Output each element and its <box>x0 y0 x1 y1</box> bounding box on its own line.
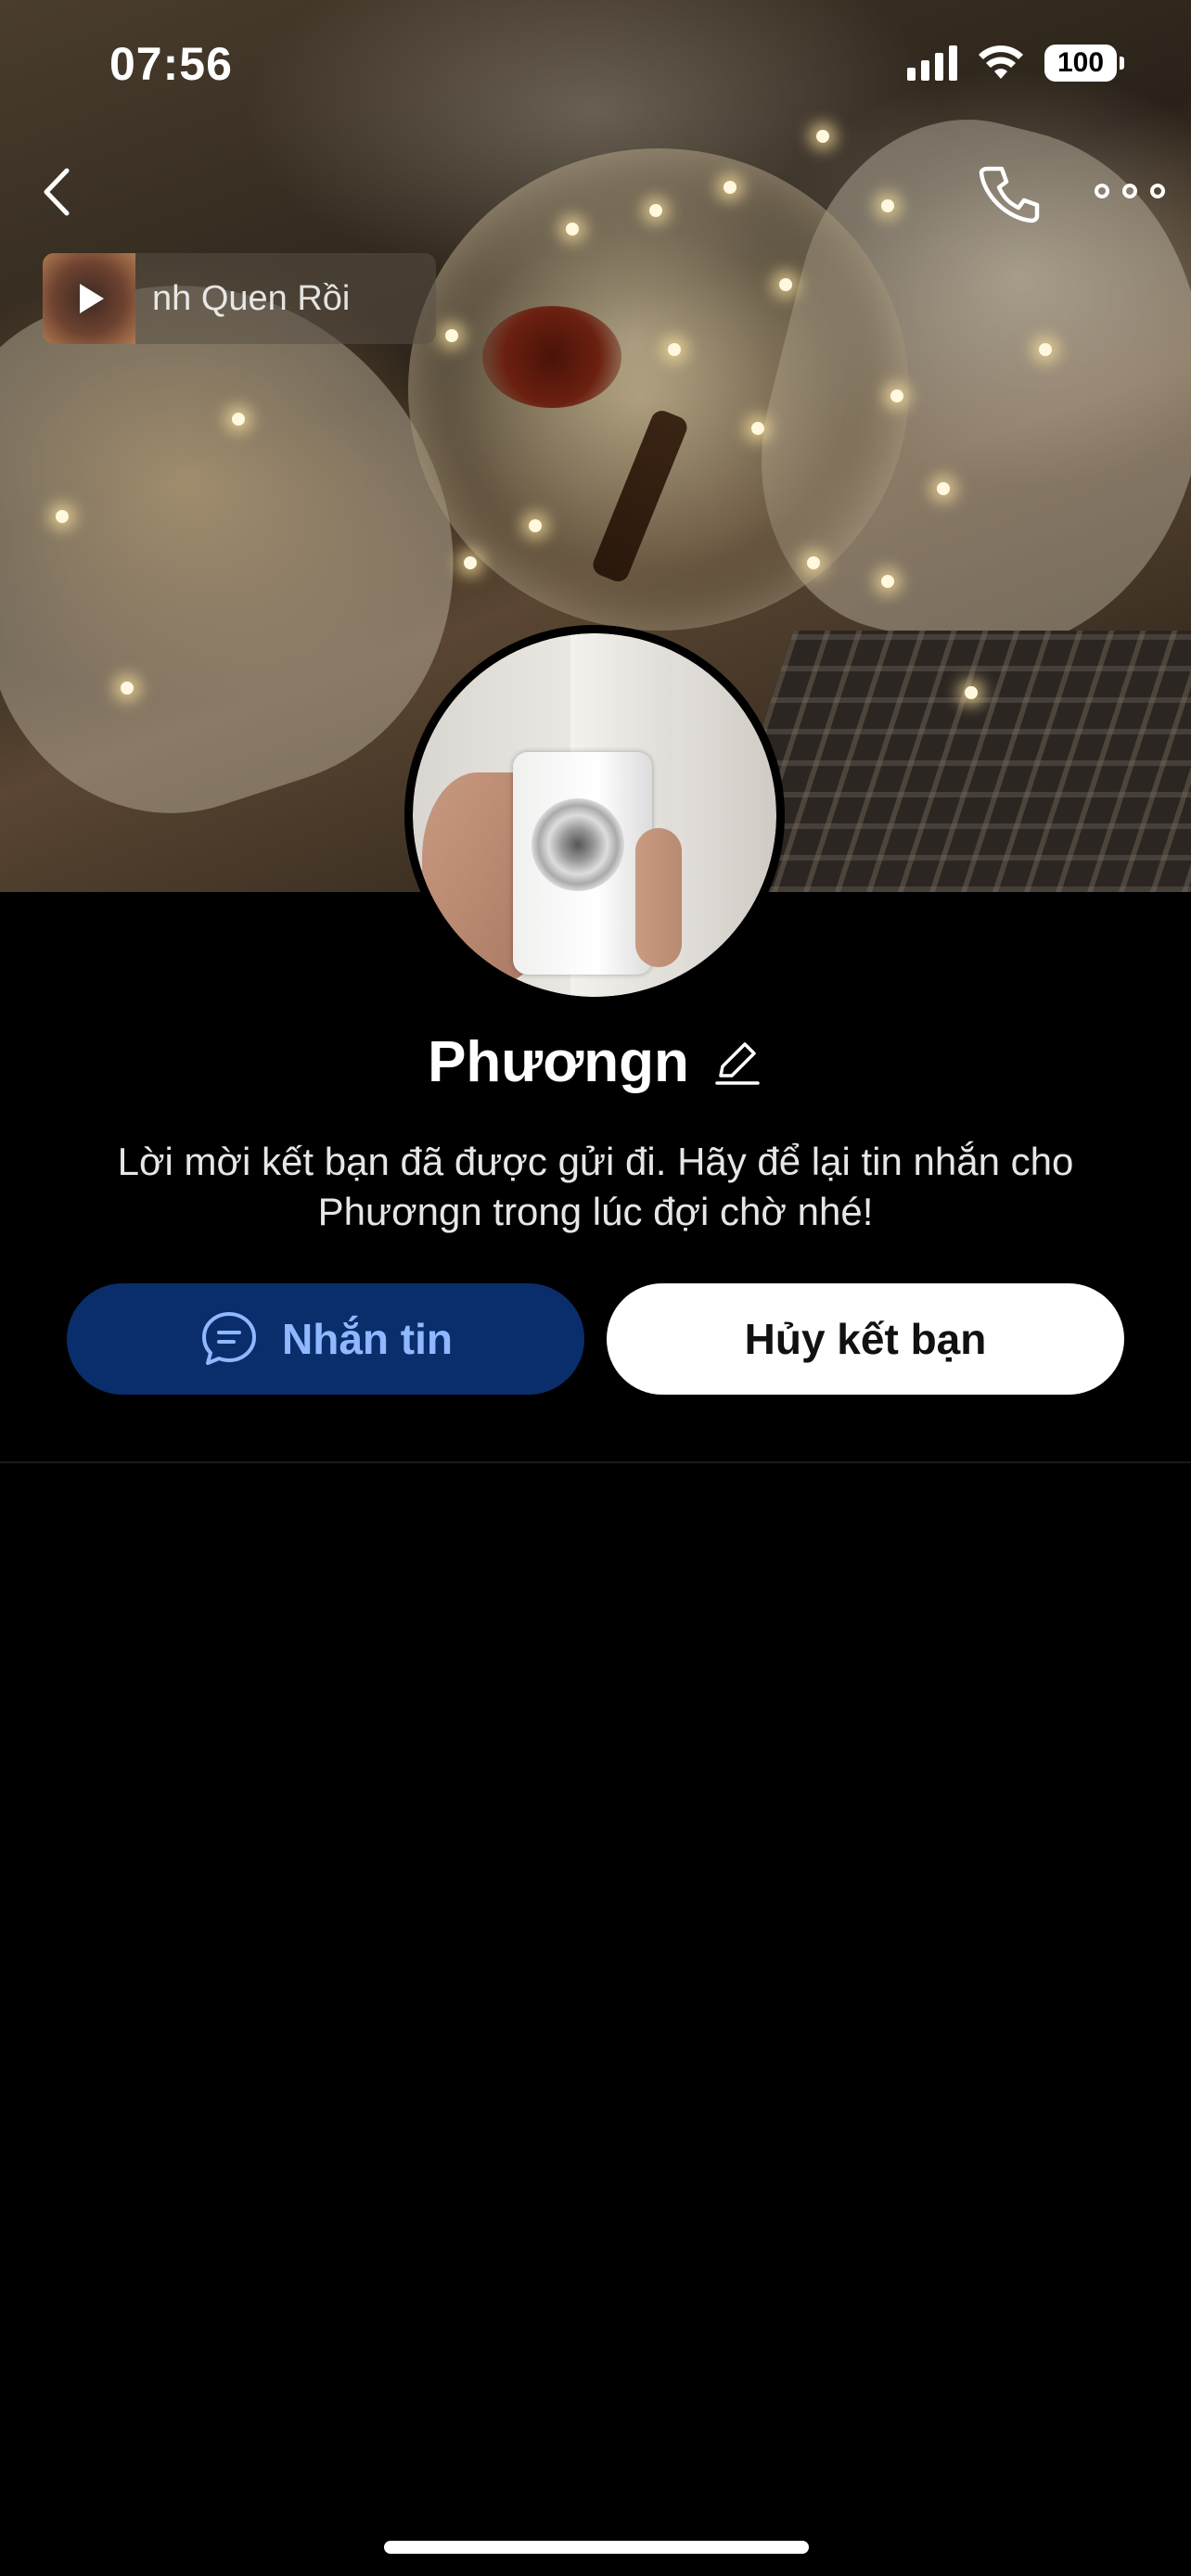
avatar-finger <box>635 828 682 967</box>
fairy-light <box>668 343 681 356</box>
fairy-light <box>445 329 458 342</box>
music-thumbnail[interactable] <box>43 253 135 344</box>
phone-icon <box>979 166 1040 223</box>
cancel-friend-request-label: Hủy kết bạn <box>744 1315 987 1363</box>
cover-rose <box>482 306 621 408</box>
fairy-light <box>751 422 764 435</box>
cover-plaid-fabric <box>709 631 1191 892</box>
more-options-button[interactable] <box>1095 172 1165 210</box>
fairy-light <box>779 278 792 291</box>
avatar-camera-lens <box>531 798 624 891</box>
pencil-icon[interactable] <box>711 1037 763 1089</box>
fairy-light <box>232 413 245 426</box>
fairy-light <box>464 556 477 569</box>
chat-bubble-icon <box>202 1312 256 1365</box>
call-button[interactable] <box>976 159 1043 226</box>
profile-avatar[interactable] <box>404 625 785 1005</box>
fairy-light <box>1039 343 1052 356</box>
fairy-light <box>649 204 662 217</box>
fairy-light <box>965 686 978 699</box>
fairy-light <box>807 556 820 569</box>
cancel-friend-request-button[interactable]: Hủy kết bạn <box>607 1283 1124 1395</box>
message-button-label: Nhắn tin <box>282 1315 453 1363</box>
fairy-light <box>724 181 736 194</box>
back-button[interactable] <box>33 159 89 224</box>
section-divider <box>0 1461 1191 1463</box>
profile-name: Phươngn <box>428 1030 689 1094</box>
more-dot-icon <box>1095 184 1109 198</box>
more-dot-icon <box>1150 184 1165 198</box>
fairy-light <box>890 389 903 402</box>
play-icon <box>80 284 104 313</box>
friend-request-sent-message: Lời mời kết bạn đã được gửi đi. Hãy để l… <box>117 1140 1074 1233</box>
fairy-light <box>881 575 894 588</box>
fairy-light <box>121 682 134 695</box>
wifi-icon <box>979 45 1023 79</box>
battery-icon: 100 <box>1044 45 1124 82</box>
home-indicator[interactable] <box>384 2541 809 2554</box>
fairy-light <box>881 199 894 212</box>
profile-name-row: Phươngn <box>0 1029 1191 1095</box>
cellular-signal-icon <box>907 45 957 81</box>
status-time: 07:56 <box>109 38 233 90</box>
fairy-light <box>529 519 542 532</box>
cover-globe <box>408 148 909 631</box>
status-icons: 100 <box>907 45 1124 82</box>
music-title: nh Quen Rồi <box>152 278 351 318</box>
message-button[interactable]: Nhắn tin <box>67 1283 584 1395</box>
fairy-light <box>566 223 579 236</box>
fairy-light <box>816 130 829 143</box>
profile-music-chip[interactable]: nh Quen Rồi <box>43 253 436 344</box>
fairy-light <box>937 482 950 495</box>
fairy-light <box>56 510 69 523</box>
chevron-left-icon <box>44 168 70 216</box>
more-dot-icon <box>1122 184 1137 198</box>
